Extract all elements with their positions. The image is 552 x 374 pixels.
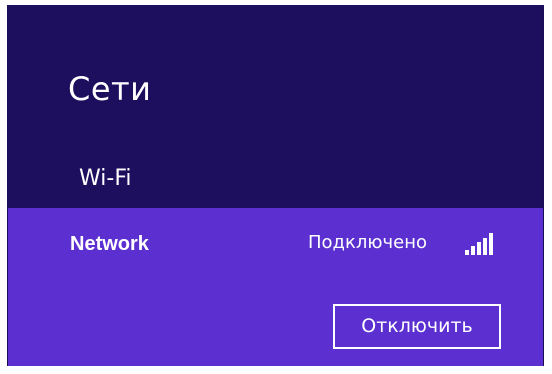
wifi-section-label: Wi-Fi (79, 166, 132, 191)
network-item[interactable]: Network Подключено (8, 225, 543, 265)
network-name: Network (70, 233, 149, 255)
wifi-signal-bars-icon (465, 233, 493, 255)
panel-title: Сети (68, 70, 152, 108)
disconnect-button[interactable]: Отключить (333, 304, 501, 349)
connection-status: Подключено (308, 232, 428, 253)
network-flyout: Сети Wi-Fi Network Подключено Отключить (7, 5, 544, 366)
